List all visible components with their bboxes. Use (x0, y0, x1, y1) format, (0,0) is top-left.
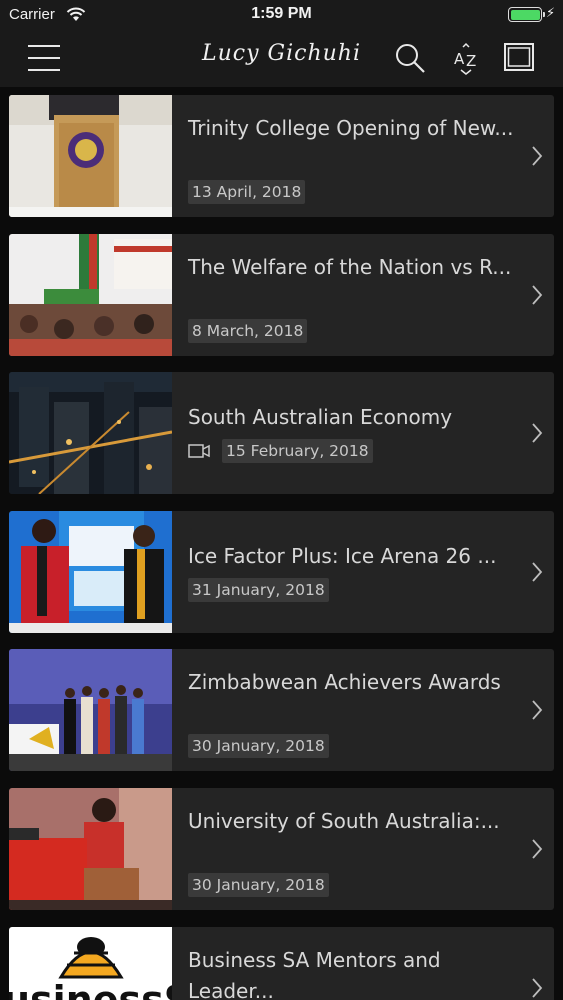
svg-text:A: A (454, 50, 465, 68)
list-item[interactable]: South Australian Economy 15 February, 20… (9, 372, 554, 494)
article-title: Trinity College Opening of New... (188, 116, 514, 140)
chevron-right-icon (532, 285, 543, 305)
article-thumbnail: usinessS (9, 927, 172, 1000)
article-title: South Australian Economy (188, 405, 453, 429)
chevron-right-icon (532, 839, 543, 859)
status-time: 1:59 PM (251, 5, 312, 22)
battery-icon (508, 7, 545, 22)
article-title: Ice Factor Plus: Ice Arena 26 ... (188, 544, 497, 568)
article-thumbnail (9, 234, 172, 356)
article-title: University of South Australia:... (188, 809, 500, 833)
chevron-right-icon (532, 562, 543, 582)
chevron-right-icon (532, 423, 543, 443)
nav-bar: Lucy Gichuhi A Z (0, 30, 563, 87)
article-thumbnail (9, 95, 172, 217)
chevron-right-icon (532, 978, 543, 998)
list-item[interactable]: Ice Factor Plus: Ice Arena 26 ... 31 Jan… (9, 511, 554, 633)
article-title: Business SA Mentors and Leader... (188, 948, 441, 1000)
layout-icon[interactable] (503, 41, 535, 73)
list-item[interactable]: University of South Australia:... 30 Jan… (9, 788, 554, 910)
article-date: 30 January, 2018 (188, 734, 329, 758)
sort-az-icon[interactable]: A Z (451, 40, 481, 76)
article-thumbnail (9, 372, 172, 494)
article-thumbnail (9, 788, 172, 910)
list-item[interactable]: usinessS Business SA Mentors and Leader.… (9, 927, 554, 1000)
list-item[interactable]: Zimbabwean Achievers Awards 30 January, … (9, 649, 554, 771)
chevron-right-icon (532, 700, 543, 720)
article-thumbnail (9, 511, 172, 633)
list-item[interactable]: The Welfare of the Nation vs R... 8 Marc… (9, 234, 554, 356)
article-thumbnail (9, 649, 172, 771)
chevron-right-icon (532, 146, 543, 166)
article-title: The Welfare of the Nation vs R... (188, 255, 512, 279)
article-title: Zimbabwean Achievers Awards (188, 670, 501, 694)
status-bar: Carrier 1:59 PM ⚡ (0, 0, 563, 30)
article-date: 13 April, 2018 (188, 180, 306, 204)
article-date: 30 January, 2018 (188, 873, 329, 897)
charging-icon: ⚡ (546, 6, 556, 21)
search-icon[interactable] (393, 41, 427, 75)
article-date: 31 January, 2018 (188, 578, 329, 602)
video-camera-icon (188, 444, 210, 458)
business-sa-logo-text: usinessS (9, 978, 172, 1000)
list-item[interactable]: Trinity College Opening of New... 13 Apr… (9, 95, 554, 217)
svg-text:Z: Z (466, 52, 476, 70)
article-date: 15 February, 2018 (222, 439, 373, 463)
article-date: 8 March, 2018 (188, 319, 308, 343)
